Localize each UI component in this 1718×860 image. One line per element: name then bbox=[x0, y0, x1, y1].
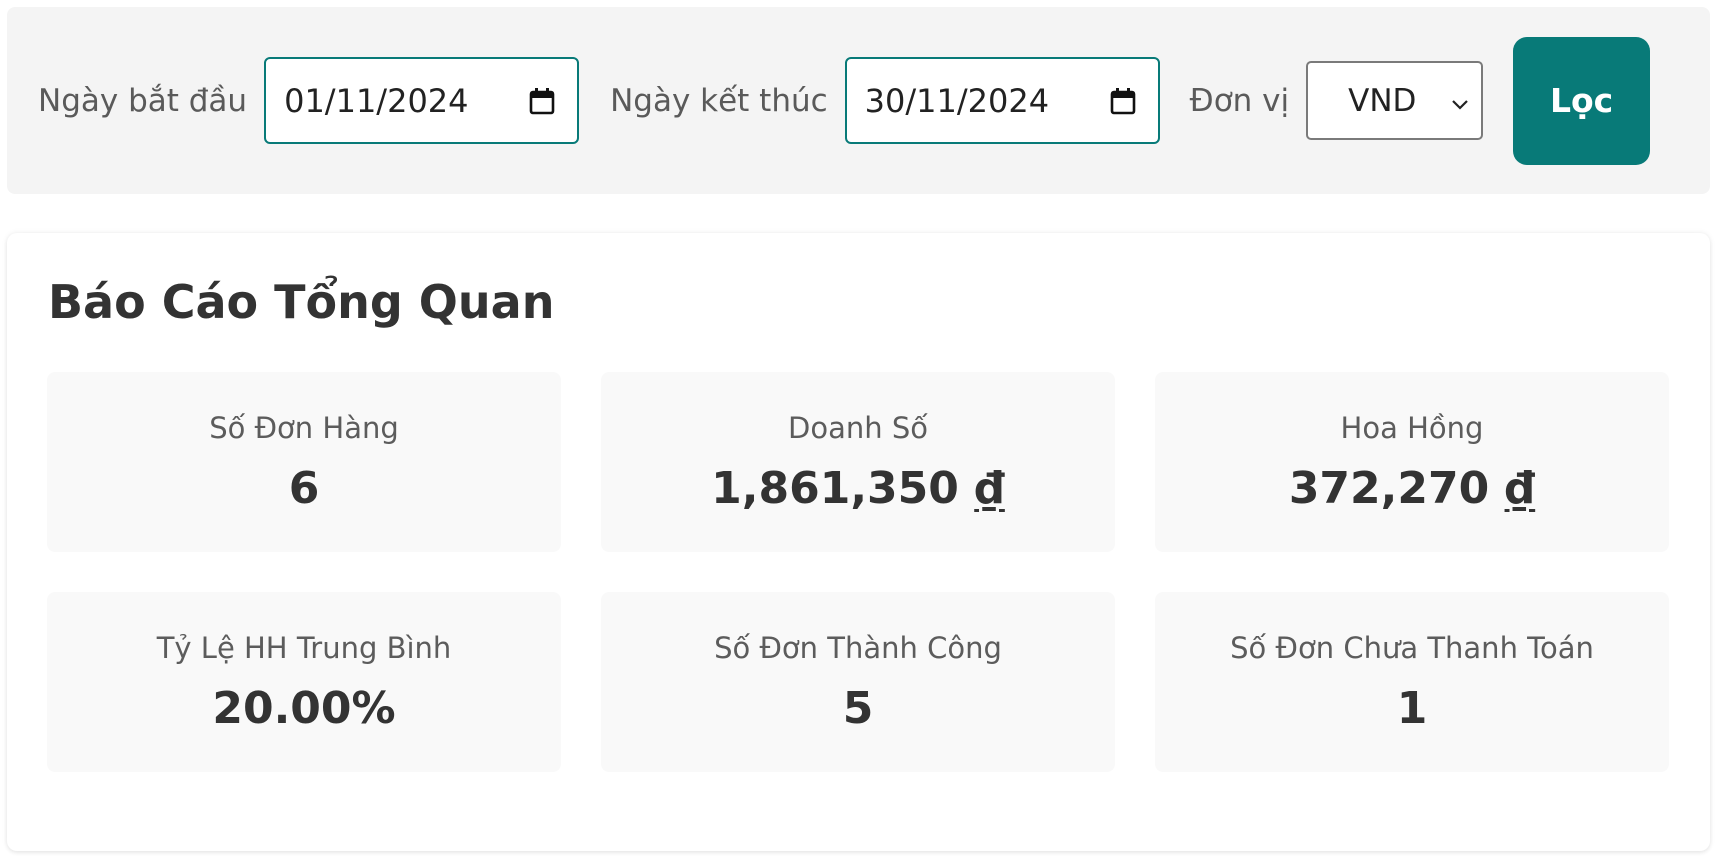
stats-grid: Số Đơn Hàng 6 Doanh Số 1,861,350 ₫ Hoa H… bbox=[47, 372, 1670, 772]
calendar-icon[interactable] bbox=[529, 87, 555, 115]
stat-value: 1,861,350 ₫ bbox=[711, 462, 1005, 514]
page-title: Báo Cáo Tổng Quan bbox=[48, 275, 555, 329]
end-date-label: Ngày kết thúc bbox=[610, 82, 828, 119]
end-date-value: 30/11/2024 bbox=[864, 81, 1050, 120]
stat-label: Số Đơn Thành Công bbox=[714, 630, 1002, 665]
unit-select[interactable]: VND bbox=[1306, 61, 1484, 140]
stat-card-average-commission-rate: Tỷ Lệ HH Trung Bình 20.00% bbox=[47, 592, 561, 772]
stat-label: Hoa Hồng bbox=[1340, 410, 1484, 445]
stat-card-unpaid-orders: Số Đơn Chưa Thanh Toán 1 bbox=[1155, 592, 1669, 772]
stat-value: 20.00% bbox=[212, 682, 396, 734]
stat-value: 5 bbox=[842, 682, 874, 734]
currency-symbol: ₫ bbox=[1504, 462, 1536, 514]
stat-value: 6 bbox=[288, 462, 320, 514]
stat-card-total-orders: Số Đơn Hàng 6 bbox=[47, 372, 561, 552]
overview-report-card: Báo Cáo Tổng Quan Số Đơn Hàng 6 Doanh Số… bbox=[7, 233, 1710, 851]
stat-label: Số Đơn Hàng bbox=[209, 410, 399, 445]
stat-label: Số Đơn Chưa Thanh Toán bbox=[1230, 630, 1594, 665]
filter-bar: Ngày bắt đầu 01/11/2024 Ngày kết thúc 30… bbox=[7, 7, 1710, 194]
stat-value: 1 bbox=[1396, 682, 1428, 734]
stat-card-commission: Hoa Hồng 372,270 ₫ bbox=[1155, 372, 1669, 552]
start-date-value: 01/11/2024 bbox=[284, 81, 469, 120]
unit-label: Đơn vị bbox=[1189, 82, 1290, 119]
chevron-down-icon bbox=[1451, 83, 1469, 119]
stat-card-successful-orders: Số Đơn Thành Công 5 bbox=[601, 592, 1115, 772]
stat-value: 372,270 ₫ bbox=[1288, 462, 1536, 514]
stat-card-revenue: Doanh Số 1,861,350 ₫ bbox=[601, 372, 1115, 552]
calendar-icon[interactable] bbox=[1110, 87, 1136, 115]
currency-symbol: ₫ bbox=[974, 462, 1005, 514]
stat-label: Doanh Số bbox=[788, 410, 928, 445]
stat-label: Tỷ Lệ HH Trung Bình bbox=[156, 630, 452, 665]
start-date-input[interactable]: 01/11/2024 bbox=[264, 57, 580, 144]
end-date-input[interactable]: 30/11/2024 bbox=[844, 57, 1160, 144]
start-date-label: Ngày bắt đầu bbox=[38, 82, 248, 119]
filter-button[interactable]: Lọc bbox=[1513, 36, 1651, 165]
unit-selected-value: VND bbox=[1348, 82, 1417, 119]
